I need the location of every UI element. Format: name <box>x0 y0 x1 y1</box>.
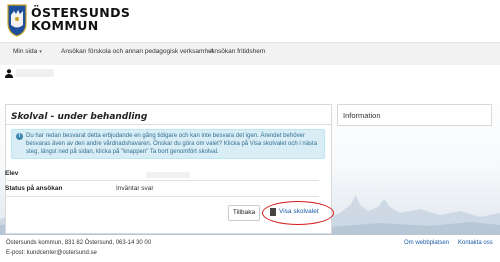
info-alert: i Du har redan besvarat detta erbjudande… <box>11 129 325 159</box>
info-icon: i <box>16 133 23 140</box>
brand-line-2: KOMMUN <box>31 18 99 33</box>
chevron-down-icon: ▾ <box>39 49 42 55</box>
nav-item-label: Ansökan fritidshem <box>210 48 266 55</box>
nav-item-ansokan-forskola[interactable]: Ansökan förskola och annan pedagogisk ve… <box>61 48 213 55</box>
title-divider <box>6 124 331 125</box>
nav-item-label: Ansökan förskola och annan pedagogisk ve… <box>61 48 214 55</box>
site-header: ÖSTERSUNDS KOMMUN <box>0 0 500 42</box>
user-icon <box>5 69 13 78</box>
user-bar <box>0 65 500 84</box>
footer-address: Östersunds kommun, 831 82 Östersund, 063… <box>6 240 152 246</box>
about-website-link[interactable]: Om webbplatsen <box>404 240 449 246</box>
row-divider <box>5 180 319 181</box>
contact-link[interactable]: Kontakta oss <box>458 240 493 246</box>
nav-item-min-sida[interactable]: Min sida ▾ <box>13 48 42 55</box>
row-status: Status på ansökan Inväntar svar <box>5 183 319 195</box>
back-button[interactable]: Tillbaka <box>228 205 260 221</box>
footer-email[interactable]: E-post: kundcenter@ostersund.se <box>6 250 97 256</box>
nav-item-label: Min sida <box>13 48 38 55</box>
brand-name[interactable]: ÖSTERSUNDS KOMMUN <box>31 6 130 32</box>
highlight-ring <box>262 201 334 225</box>
student-name-redacted <box>146 172 190 178</box>
coat-of-arms-logo[interactable] <box>6 3 28 37</box>
status-value: Inväntar svar <box>116 185 154 192</box>
row-label: Status på ansökan <box>5 185 63 192</box>
row-label: Elev <box>5 170 19 177</box>
page-title: Skolval - under behandling <box>11 112 148 122</box>
main-navigation: Min sida ▾ Ansökan förskola och annan ped… <box>0 42 500 66</box>
alert-text: Du har redan besvarat detta erbjudande e… <box>26 133 318 155</box>
user-name-redacted[interactable] <box>16 69 54 77</box>
information-title: Information <box>343 111 381 120</box>
information-panel: Information <box>337 104 492 126</box>
nav-item-ansokan-fritidshem[interactable]: Ansökan fritidshem <box>210 48 265 55</box>
row-divider <box>5 196 319 197</box>
site-footer: Östersunds kommun, 831 82 Östersund, 063… <box>0 235 500 262</box>
